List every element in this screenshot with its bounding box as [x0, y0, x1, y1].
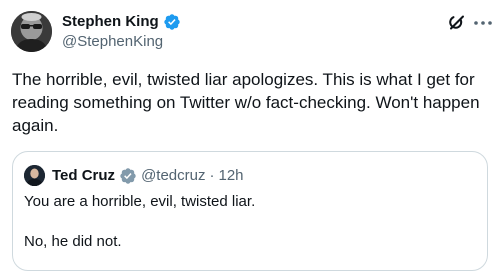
- more-options-icon[interactable]: [472, 14, 494, 32]
- quoted-author-handle: @tedcruz: [141, 167, 206, 184]
- author-avatar[interactable]: [11, 11, 52, 52]
- quoted-verified-badge-icon: [119, 167, 137, 185]
- quoted-timestamp[interactable]: 12h: [218, 167, 243, 184]
- quoted-line-1: You are a horrible, evil, twisted liar.: [24, 193, 256, 210]
- verified-badge-icon: [163, 13, 181, 31]
- quoted-tweet-text: You are a horrible, evil, twisted liar. …: [24, 192, 474, 252]
- tweet-text: The horrible, evil, twisted liar apologi…: [12, 70, 480, 135]
- quoted-separator: ·: [209, 167, 215, 184]
- quoted-tweet-card[interactable]: Ted Cruz @tedcruz · 12h You are a horrib…: [12, 151, 488, 271]
- grok-icon[interactable]: [447, 13, 467, 33]
- quoted-author-display-name: Ted Cruz: [52, 167, 116, 184]
- author-handle[interactable]: @StephenKing: [62, 32, 163, 51]
- author-display-name[interactable]: Stephen King: [62, 12, 159, 31]
- quoted-line-2: No, he did not.: [24, 233, 122, 250]
- quoted-author-avatar: [24, 165, 45, 186]
- avatar-image: [11, 11, 52, 52]
- tweet[interactable]: Stephen King @StephenKing The horrible, …: [0, 0, 501, 271]
